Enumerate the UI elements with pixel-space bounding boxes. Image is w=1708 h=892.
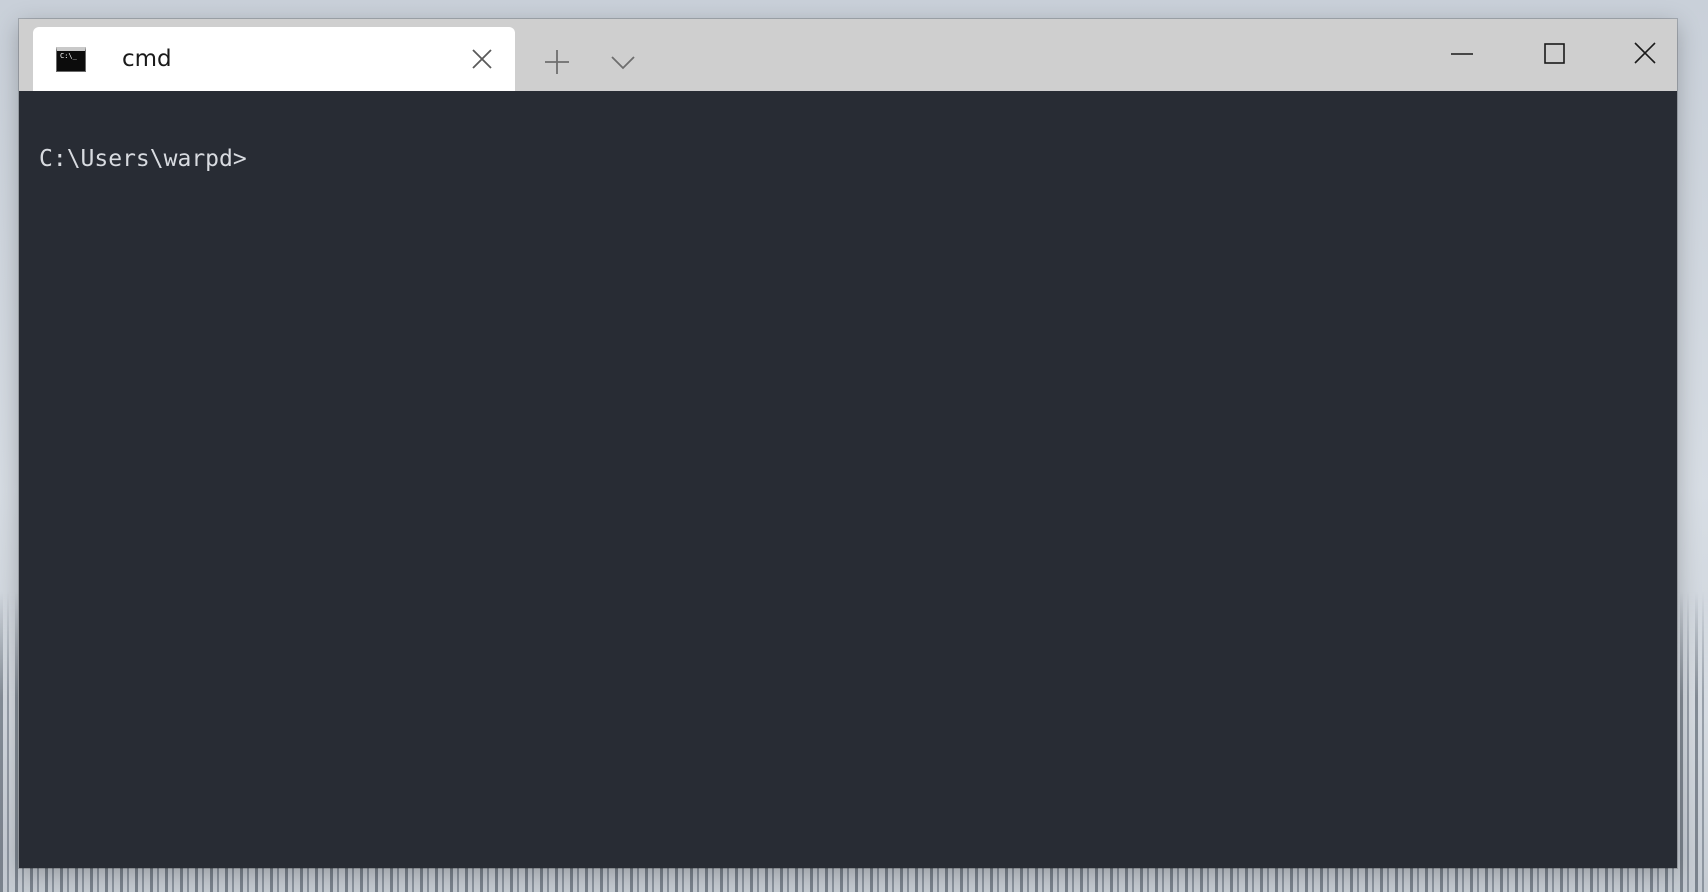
close-window-button[interactable] [1615, 33, 1675, 73]
minimize-icon [1451, 53, 1473, 55]
terminal-window: C:\_ cmd C:\Users\warpd> [19, 19, 1677, 868]
tab-dropdown-button[interactable] [605, 44, 641, 80]
maximize-button[interactable] [1524, 33, 1584, 73]
close-icon [472, 49, 492, 69]
tab-close-button[interactable] [469, 46, 495, 72]
tab-title: cmd [122, 46, 172, 72]
plus-icon [545, 50, 569, 74]
minimize-button[interactable] [1432, 33, 1492, 73]
chevron-down-icon [611, 56, 635, 70]
close-icon [1634, 42, 1656, 64]
cmd-prompt-icon: C:\_ [56, 47, 86, 72]
new-tab-button[interactable] [539, 44, 575, 80]
command-prompt: C:\Users\warpd> [39, 146, 247, 172]
maximize-icon [1544, 43, 1565, 64]
tab-cmd[interactable]: C:\_ cmd [33, 27, 515, 91]
terminal-area[interactable]: C:\Users\warpd> [19, 91, 1677, 868]
title-bar: C:\_ cmd [19, 19, 1677, 91]
